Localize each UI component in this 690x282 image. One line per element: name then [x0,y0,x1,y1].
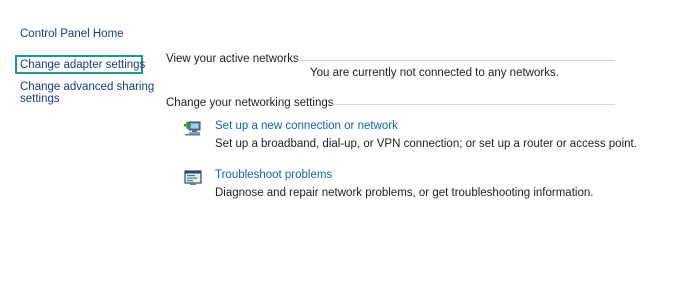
change-adapter-settings-link[interactable]: Change adapter settings [20,59,145,71]
active-networks-heading: View your active networks [166,53,299,65]
troubleshoot-description: Diagnose and repair network problems, or… [215,187,594,199]
troubleshoot-problems-link[interactable]: Troubleshoot problems [215,169,332,181]
troubleshoot-icon[interactable] [183,168,203,188]
change-advanced-sharing-settings-link[interactable]: Change advanced sharing settings [20,81,154,105]
link-line-2[interactable]: settings [20,93,154,105]
no-network-status: You are currently not connected to any n… [310,67,559,79]
section-divider [330,104,615,105]
networking-settings-heading: Change your networking settings [166,97,334,109]
setup-connection-description: Set up a broadband, dial-up, or VPN conn… [215,138,637,150]
section-divider [295,60,615,61]
network-setup-icon[interactable] [183,118,203,138]
link-line-1[interactable]: Change advanced sharing [20,81,154,93]
control-panel-home-link[interactable]: Control Panel Home [20,28,124,40]
setup-connection-link[interactable]: Set up a new connection or network [215,120,398,132]
